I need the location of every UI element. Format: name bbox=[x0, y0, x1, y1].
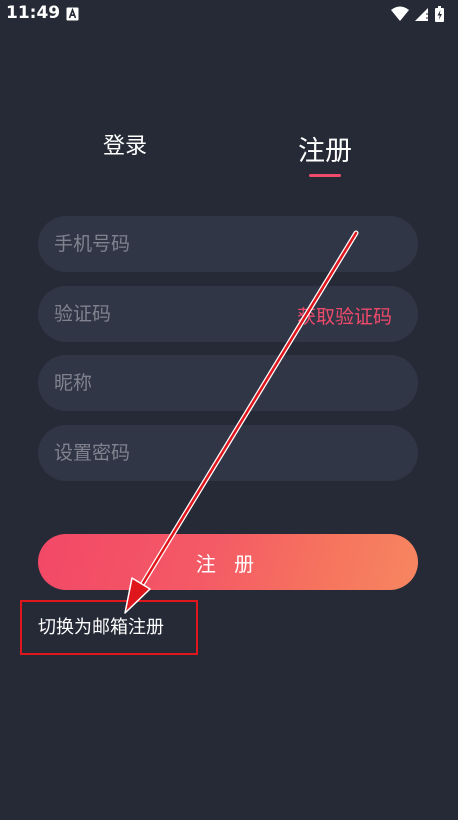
status-bar: 11:49 bbox=[0, 0, 458, 28]
tab-register[interactable]: 注册 bbox=[298, 129, 352, 168]
status-time: 11:49 bbox=[6, 3, 61, 23]
battery-charging-icon bbox=[435, 6, 444, 22]
switch-to-email-register-link[interactable]: 切换为邮箱注册 bbox=[38, 613, 164, 639]
password-field-container bbox=[38, 425, 418, 481]
wifi-icon bbox=[391, 6, 409, 21]
get-code-button[interactable]: 获取验证码 bbox=[297, 302, 392, 329]
status-icons bbox=[391, 6, 444, 22]
tab-login[interactable]: 登录 bbox=[103, 128, 147, 160]
verification-code-input[interactable] bbox=[38, 286, 278, 342]
code-field-container: 获取验证码 bbox=[38, 286, 418, 342]
nickname-field-container bbox=[38, 355, 418, 411]
active-tab-indicator bbox=[309, 174, 341, 177]
register-submit-button[interactable]: 注 册 bbox=[38, 534, 418, 590]
phone-field-container bbox=[38, 216, 418, 272]
cellular-signal-icon bbox=[415, 8, 428, 21]
phone-input[interactable] bbox=[38, 216, 418, 272]
accessibility-a-icon bbox=[66, 7, 79, 21]
password-input[interactable] bbox=[38, 425, 418, 481]
nickname-input[interactable] bbox=[38, 355, 418, 411]
